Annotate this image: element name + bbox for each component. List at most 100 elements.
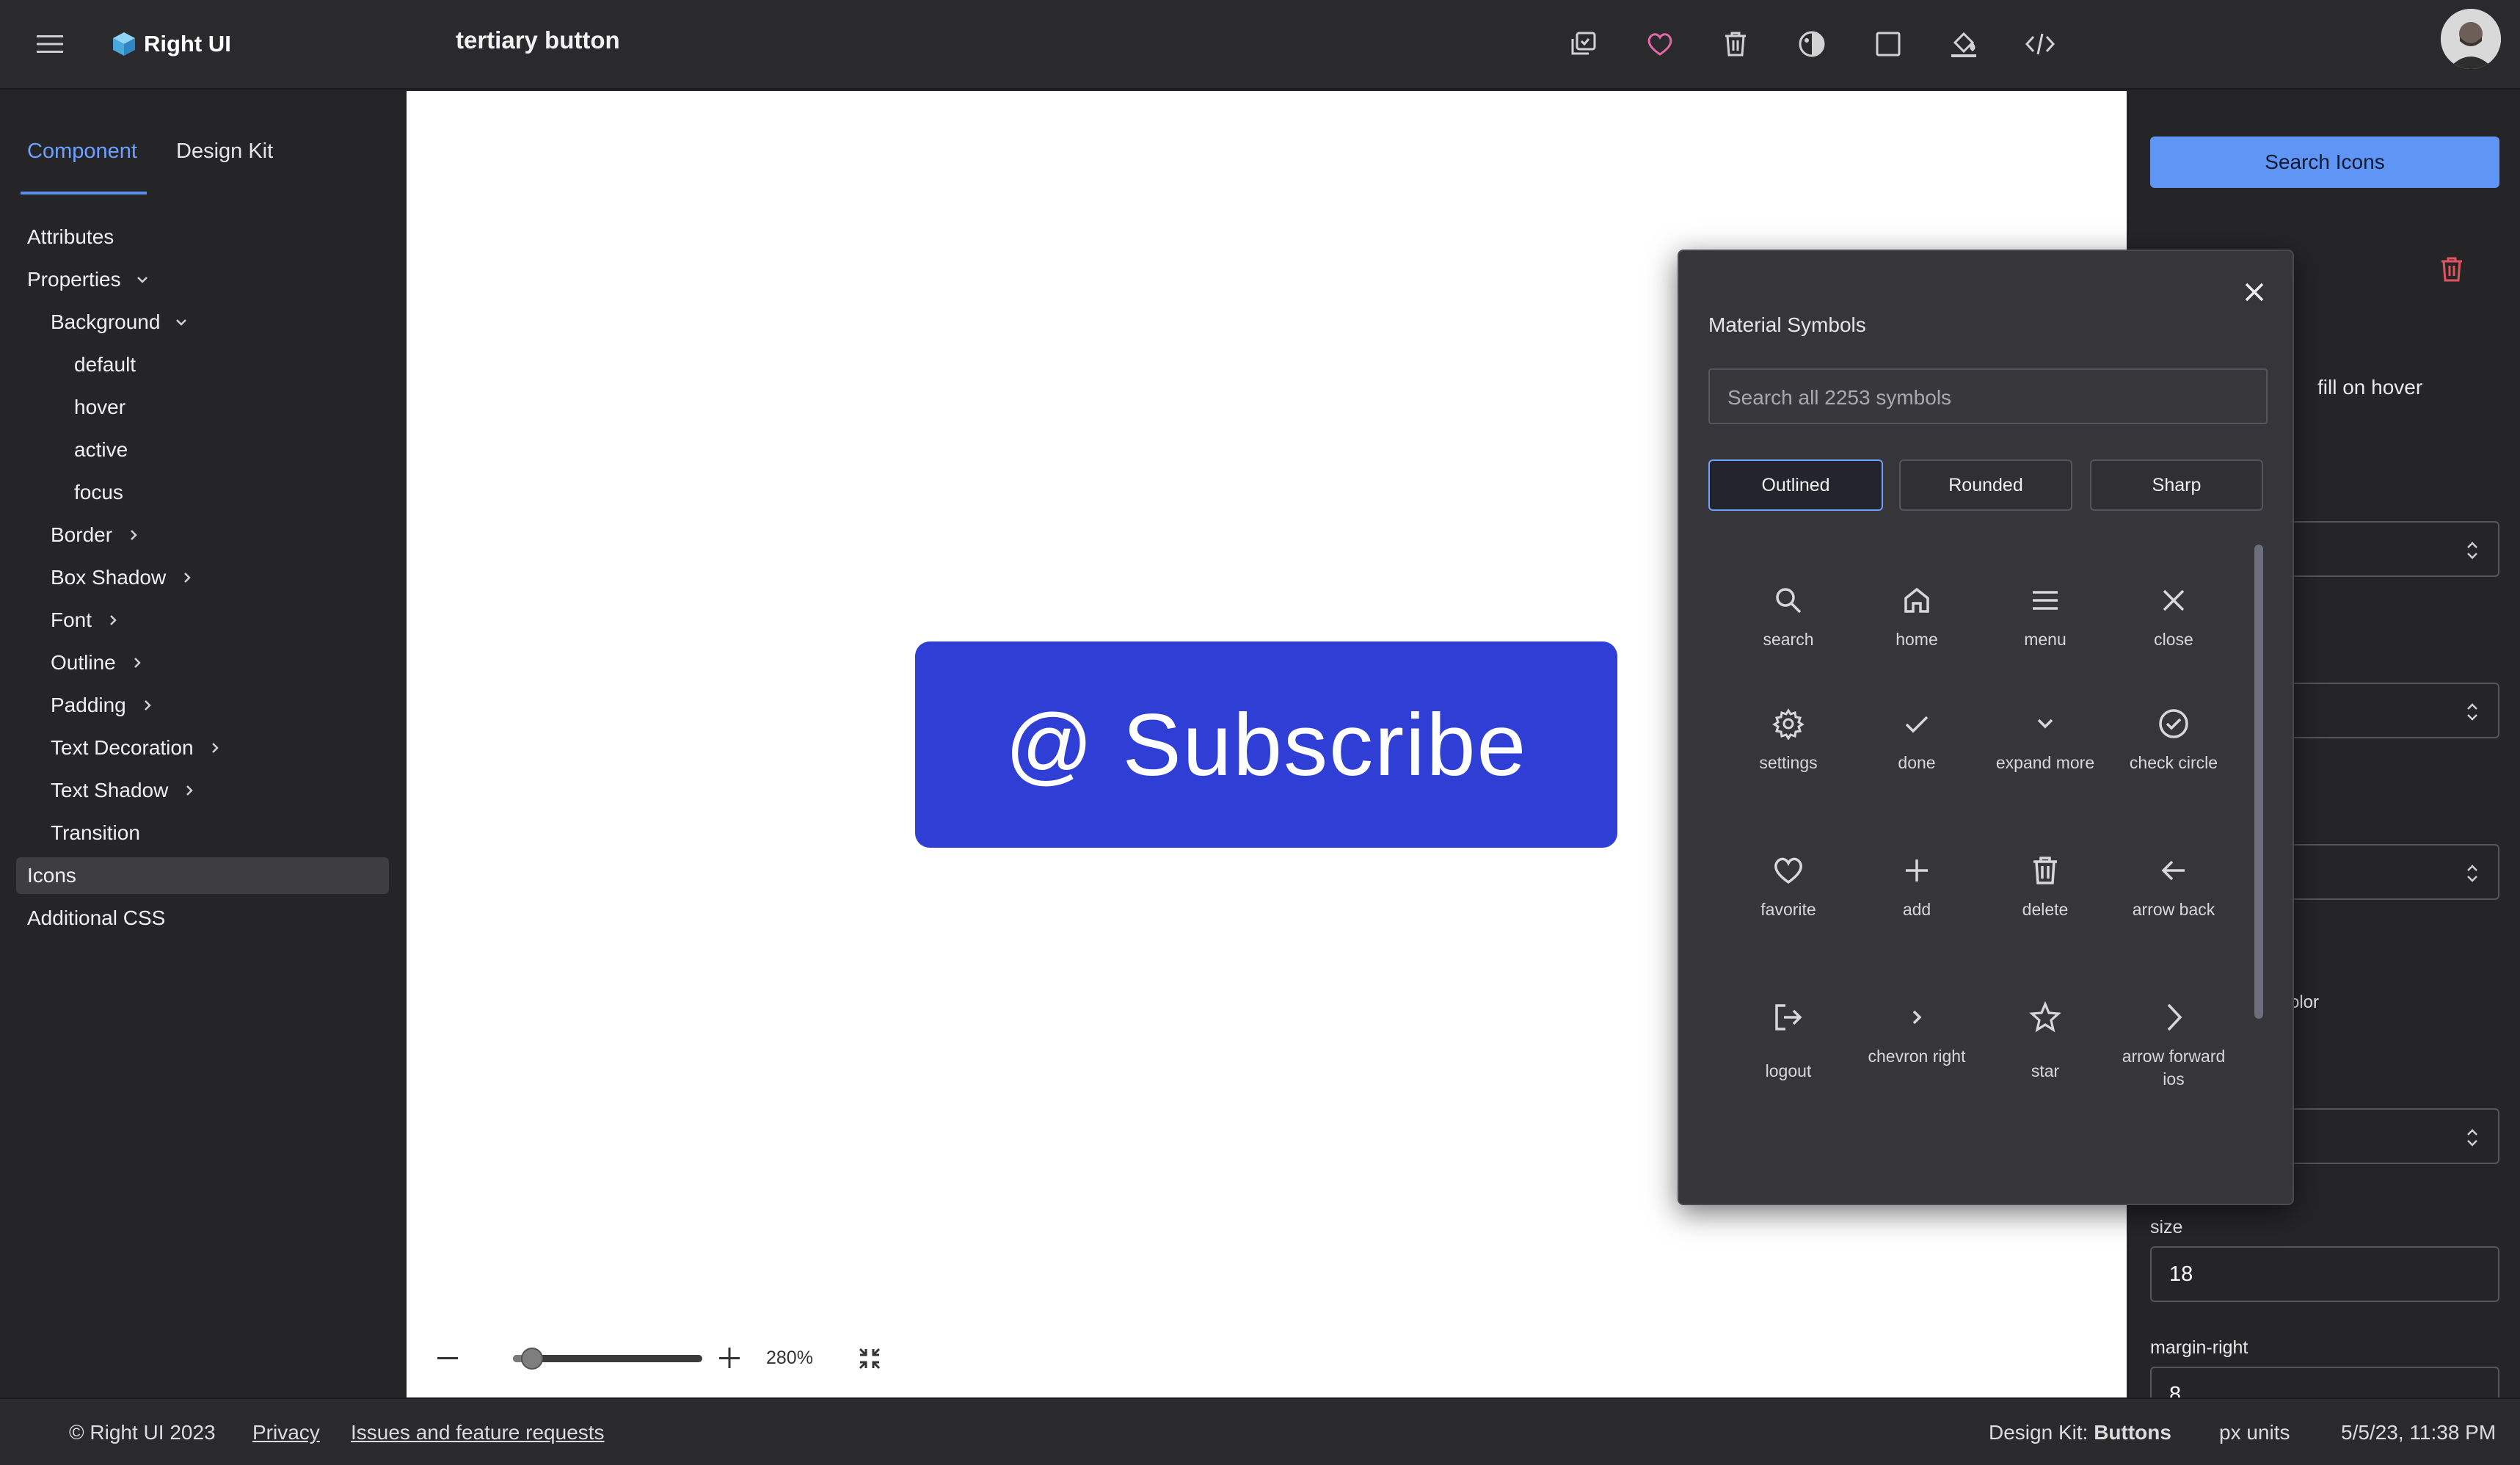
icon-option-check-circle[interactable]: check circle [2111, 706, 2236, 774]
delete-trash-icon[interactable] [1718, 26, 1753, 62]
sidebar-item-background[interactable]: Background [51, 308, 189, 337]
icon-option-settings[interactable]: settings [1726, 706, 1851, 774]
icon-option-favorite[interactable]: favorite [1726, 853, 1851, 921]
icon-option-label: favorite [1760, 900, 1816, 919]
sidebar-item-label: Box Shadow [51, 566, 167, 589]
color-label-fragment: olor [2290, 992, 2320, 1012]
sidebar-item-outline[interactable]: Outline [51, 648, 145, 677]
close-icon[interactable] [2241, 279, 2268, 305]
footer: © Right UI 2023 Privacy Issues and featu… [0, 1397, 2520, 1465]
sidebar-item-additional-css[interactable]: Additional CSS [27, 904, 165, 933]
icon-option-done[interactable]: done [1854, 706, 1979, 774]
icon-option-label: expand more [1995, 753, 2095, 772]
paint-bucket-icon[interactable] [1946, 26, 1981, 62]
style-outlined-button[interactable]: Outlined [1708, 459, 1883, 511]
icon-option-delete[interactable]: delete [1983, 853, 2108, 921]
sidebar-item-attributes[interactable]: Attributes [27, 222, 114, 252]
chevron-right-icon [211, 743, 219, 753]
active-tab-indicator [21, 192, 147, 195]
icon-option-home[interactable]: home [1854, 583, 1979, 651]
size-input[interactable]: 18 [2150, 1246, 2499, 1302]
privacy-link[interactable]: Privacy [252, 1421, 320, 1444]
size-label: size [2150, 1217, 2183, 1237]
design-kit-info[interactable]: Design Kit: Buttons [1989, 1421, 2171, 1444]
expand-more-icon [2028, 706, 2063, 741]
picker-title: Material Symbols [1708, 313, 1866, 336]
margin-right-label: margin-right [2150, 1337, 2248, 1358]
sidebar-item-focus[interactable]: focus [74, 478, 123, 507]
issues-link[interactable]: Issues and feature requests [351, 1421, 605, 1444]
chevron-right-icon [184, 572, 191, 583]
duplicate-icon[interactable] [1566, 26, 1601, 62]
icon-option-arrow-forward-ios[interactable]: arrow forward ios [2111, 1000, 2236, 1091]
icon-option-chevron-right[interactable]: chevron right [1854, 1000, 1979, 1068]
icon-picker-dialog: Material Symbols Search all 2253 symbols… [1678, 250, 2294, 1205]
preview-square-icon[interactable] [1871, 26, 1906, 62]
icon-option-arrow-back[interactable]: arrow back [2111, 853, 2236, 921]
tab-design-kit[interactable]: Design Kit [176, 139, 273, 164]
icon-option-logout[interactable]: logout [1726, 1000, 1851, 1083]
select-arrows-icon [2467, 1129, 2477, 1146]
icon-option-label: settings [1759, 753, 1818, 772]
fit-screen-icon[interactable] [857, 1346, 882, 1371]
sidebar-item-font[interactable]: Font [51, 606, 121, 635]
icon-option-close[interactable]: close [2111, 583, 2236, 651]
style-sharp-button[interactable]: Sharp [2090, 459, 2263, 511]
zoom-in-icon[interactable] [718, 1346, 741, 1370]
search-icons-button[interactable]: Search Icons [2150, 137, 2499, 188]
code-view-icon[interactable] [2022, 26, 2058, 62]
icon-option-label: home [1896, 630, 1938, 649]
brand-name: Right UI [144, 31, 231, 57]
settings-icon [1771, 706, 1806, 741]
sidebar-item-text-decoration[interactable]: Text Decoration [51, 733, 223, 763]
sidebar-item-hover[interactable]: hover [74, 393, 125, 422]
done-icon [1899, 706, 1934, 741]
select-arrows-icon [2467, 703, 2477, 721]
cube-logo-icon [113, 32, 135, 56]
fill-on-hover-label: fill on hover [2317, 376, 2423, 399]
zoom-slider-thumb[interactable] [520, 1348, 543, 1370]
sidebar-item-properties[interactable]: Properties [27, 265, 150, 294]
icon-option-label: search [1763, 630, 1814, 649]
icon-option-label: chevron right [1868, 1047, 1966, 1066]
style-rounded-button[interactable]: Rounded [1899, 459, 2072, 511]
picker-scrollbar[interactable] [2254, 545, 2263, 1019]
icon-option-label: arrow back [2132, 900, 2215, 919]
icon-option-label: close [2154, 630, 2193, 649]
sidebar-item-active[interactable]: active [74, 435, 128, 465]
user-avatar[interactable] [2441, 9, 2501, 69]
hamburger-menu-icon[interactable] [35, 29, 65, 59]
margin-right-input[interactable]: 8 [2150, 1367, 2499, 1397]
units-toggle[interactable]: px units [2219, 1421, 2290, 1444]
sidebar-item-border[interactable]: Border [51, 520, 142, 550]
arrow-forward-ios-icon [2156, 1000, 2191, 1035]
theme-palette-icon[interactable] [1794, 26, 1829, 62]
chevron-right-icon [131, 530, 137, 540]
brand-logo[interactable]: Right UI [112, 26, 231, 62]
arrow-back-icon [2156, 853, 2191, 888]
icon-option-label: logout [1765, 1061, 1812, 1080]
chevron-down-icon [136, 277, 148, 283]
delete-icon-red[interactable] [2439, 255, 2466, 285]
sidebar-item-icons[interactable]: Icons [27, 861, 76, 890]
sidebar-item-default[interactable]: default [74, 350, 136, 379]
sidebar-item-transition[interactable]: Transition [51, 818, 140, 848]
sidebar-item-padding[interactable]: Padding [51, 691, 156, 720]
chevron-right-icon [134, 658, 141, 668]
sidebar-item-box-shadow[interactable]: Box Shadow [51, 563, 195, 592]
sidebar-item-label: Font [51, 608, 92, 631]
icon-option-search[interactable]: search [1726, 583, 1851, 651]
add-icon [1899, 853, 1934, 888]
icon-option-star[interactable]: star [1983, 1000, 2108, 1083]
tab-component[interactable]: Component [27, 139, 137, 164]
favorite-heart-icon[interactable] [1642, 26, 1678, 62]
sidebar-item-label: Attributes [27, 225, 114, 248]
symbol-search-input[interactable]: Search all 2253 symbols [1708, 368, 2268, 424]
icon-option-menu[interactable]: menu [1983, 583, 2108, 651]
subscribe-button-preview[interactable]: @ Subscribe [915, 641, 1617, 848]
icon-option-add[interactable]: add [1854, 853, 1979, 921]
chevron-down-icon [176, 319, 187, 326]
icon-option-expand-more[interactable]: expand more [1983, 706, 2108, 774]
sidebar-item-text-shadow[interactable]: Text Shadow [51, 776, 197, 805]
zoom-out-icon[interactable] [436, 1346, 459, 1370]
